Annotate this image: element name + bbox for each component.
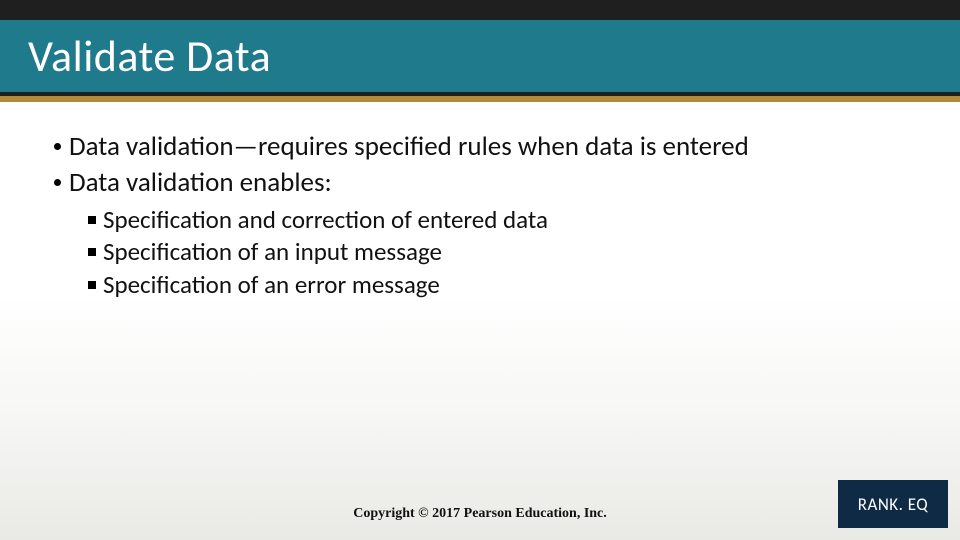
bullet-level2: Specification of an input message (88, 236, 930, 269)
bullet-text: Specification of an error message (103, 269, 440, 302)
bullet-text: Specification and correction of entered … (103, 204, 548, 237)
content-area: Data validation—requires specified rules… (54, 130, 930, 301)
bullet-square-icon (88, 248, 96, 256)
title-underline-gold (0, 96, 960, 102)
sub-bullet-group: Specification and correction of entered … (88, 204, 930, 302)
bullet-level2: Specification and correction of entered … (88, 204, 930, 237)
rank-eq-badge: RANK. EQ (838, 480, 948, 528)
badge-label: RANK. EQ (858, 494, 928, 515)
bullet-text: Data validation—requires specified rules… (69, 130, 749, 164)
bullet-level1: Data validation enables: (54, 166, 930, 200)
top-black-band (0, 0, 960, 20)
title-bar: Validate Data (0, 20, 960, 92)
bullet-level2: Specification of an error message (88, 269, 930, 302)
slide-title: Validate Data (0, 29, 271, 83)
bullet-dot-icon (54, 143, 61, 150)
bullet-square-icon (88, 281, 96, 289)
bullet-dot-icon (54, 179, 61, 186)
slide: Validate Data Data validation—requires s… (0, 0, 960, 540)
bullet-square-icon (88, 216, 96, 224)
copyright-text: Copyright © 2017 Pearson Education, Inc. (0, 506, 960, 522)
bullet-text: Data validation enables: (69, 166, 332, 200)
bullet-text: Specification of an input message (103, 236, 442, 269)
bullet-level1: Data validation—requires specified rules… (54, 130, 930, 164)
